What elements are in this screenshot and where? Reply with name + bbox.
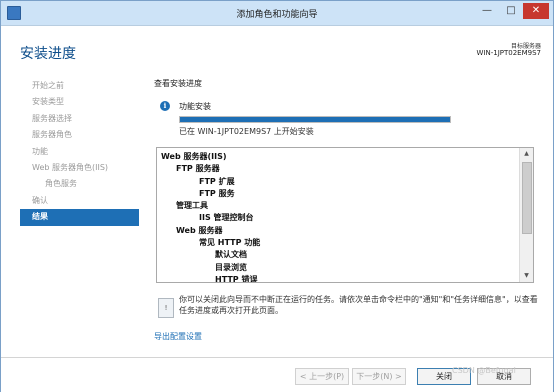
feature-list-item: Web 服务器(IIS): [161, 152, 227, 161]
progress-fill: [180, 117, 450, 122]
wizard-step-nav: 开始之前 安装类型 服务器选择 服务器角色 功能 Web 服务器角色(IIS) 角色服务 确认…: [20, 78, 139, 226]
nav-step-item[interactable]: 安装类型: [20, 94, 139, 110]
feature-list-item: 常见 HTTP 功能: [199, 238, 261, 248]
nav-step-item[interactable]: Web 服务器角色(IIS): [20, 160, 139, 176]
export-config-link[interactable]: 导出配置设置: [154, 331, 202, 342]
header: 安装进度 目标服务器 WIN-1JPT02EM9S7: [1, 26, 553, 71]
feature-list-item: FTP 扩展: [199, 176, 235, 186]
section-heading: 查看安装进度: [154, 79, 202, 88]
nav-step-item[interactable]: 开始之前: [20, 78, 139, 94]
target-server-value: WIN-1JPT02EM9S7: [476, 49, 541, 57]
feature-list-item: IIS 管理控制台: [199, 213, 254, 223]
page-title: 安装进度: [20, 46, 76, 62]
nav-step-item[interactable]: 角色服务: [20, 176, 139, 192]
info-note: 你可以关闭此向导而不中断正在运行的任务。请依次单击命令栏中的"通知"和"任务详细…: [179, 295, 538, 315]
install-status: 已在 WIN-1JPT02EM9S7 上开始安装: [179, 127, 314, 136]
feature-list-item: FTP 服务: [199, 188, 235, 198]
notification-flag-icon: !: [158, 298, 174, 318]
previous-button[interactable]: < 上一步(P): [295, 368, 349, 385]
feature-list-item: 管理工具: [176, 201, 208, 211]
wizard-window: 添加角色和功能向导 — □ ✕ 安装进度 目标服务器 WIN-1JPT02EM9…: [0, 0, 554, 392]
close-window-button[interactable]: ✕: [523, 3, 549, 19]
minimize-button[interactable]: —: [476, 3, 498, 19]
feature-list-item: HTTP 错误: [215, 274, 258, 283]
feature-list-item: FTP 服务器: [176, 164, 220, 174]
window-title: 添加角色和功能向导: [236, 10, 318, 20]
info-icon: i: [160, 101, 170, 111]
nav-step-item[interactable]: 功能: [20, 144, 139, 160]
nav-step-item[interactable]: 服务器角色: [20, 127, 139, 143]
scroll-thumb[interactable]: [522, 162, 532, 234]
feature-list-item: Web 服务器: [176, 225, 223, 235]
feature-list-item: 默认文档: [215, 250, 247, 260]
install-label: 功能安装: [179, 102, 211, 111]
feature-list-item: 目录浏览: [215, 262, 247, 272]
maximize-button[interactable]: □: [500, 3, 522, 19]
nav-step-item[interactable]: 确认: [20, 193, 139, 209]
progress-bar: [179, 116, 451, 123]
watermark: CSDN @Befugal: [452, 366, 516, 375]
scroll-up-icon[interactable]: ▲: [520, 148, 533, 160]
nav-step-item[interactable]: 服务器选择: [20, 111, 139, 127]
next-button[interactable]: 下一步(N) >: [352, 368, 406, 385]
feature-list-items: Web 服务器(IIS) FTP 服务器 FTP 扩展 FTP 服务管理工具 IIS 管…: [161, 151, 516, 283]
nav-step-item[interactable]: 结果: [20, 209, 139, 226]
scrollbar[interactable]: ▲ ▼: [519, 148, 533, 282]
title-bar[interactable]: 添加角色和功能向导 — □ ✕: [1, 1, 553, 26]
feature-list[interactable]: Web 服务器(IIS) FTP 服务器 FTP 扩展 FTP 服务管理工具 IIS 管…: [156, 147, 534, 283]
scroll-down-icon[interactable]: ▼: [520, 270, 533, 282]
